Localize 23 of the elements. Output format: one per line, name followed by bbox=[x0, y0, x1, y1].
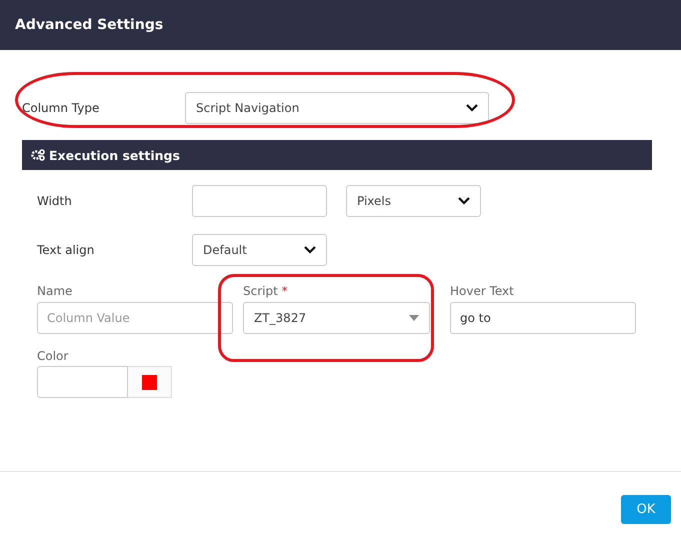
gears-icon bbox=[31, 149, 45, 161]
required-mark: * bbox=[282, 284, 288, 298]
hover-text-input[interactable]: go to bbox=[450, 302, 636, 334]
width-input[interactable] bbox=[192, 185, 327, 217]
field-label: Script * bbox=[243, 284, 289, 298]
field-label: Name bbox=[37, 284, 74, 298]
color-swatch-button[interactable] bbox=[128, 366, 172, 398]
field-label: Column Type bbox=[22, 101, 100, 115]
chevron-down-icon bbox=[304, 246, 316, 254]
color-input[interactable] bbox=[37, 366, 128, 398]
column-type-select[interactable]: Script Navigation bbox=[185, 92, 489, 124]
field-label: Text align bbox=[37, 243, 96, 257]
field-label: Color bbox=[37, 349, 70, 363]
chevron-down-icon bbox=[458, 197, 470, 205]
caret-down-icon bbox=[409, 315, 419, 321]
text-align-select[interactable]: Default bbox=[192, 234, 327, 266]
dialog-title: Advanced Settings bbox=[15, 17, 164, 33]
section-title: Execution settings bbox=[49, 148, 180, 162]
field-label: Hover Text bbox=[450, 284, 515, 298]
chevron-down-icon bbox=[466, 104, 478, 112]
script-select[interactable]: ZT_3827 bbox=[243, 302, 430, 334]
unit-select[interactable]: Pixels bbox=[346, 185, 481, 217]
field-label: Width bbox=[37, 194, 73, 208]
